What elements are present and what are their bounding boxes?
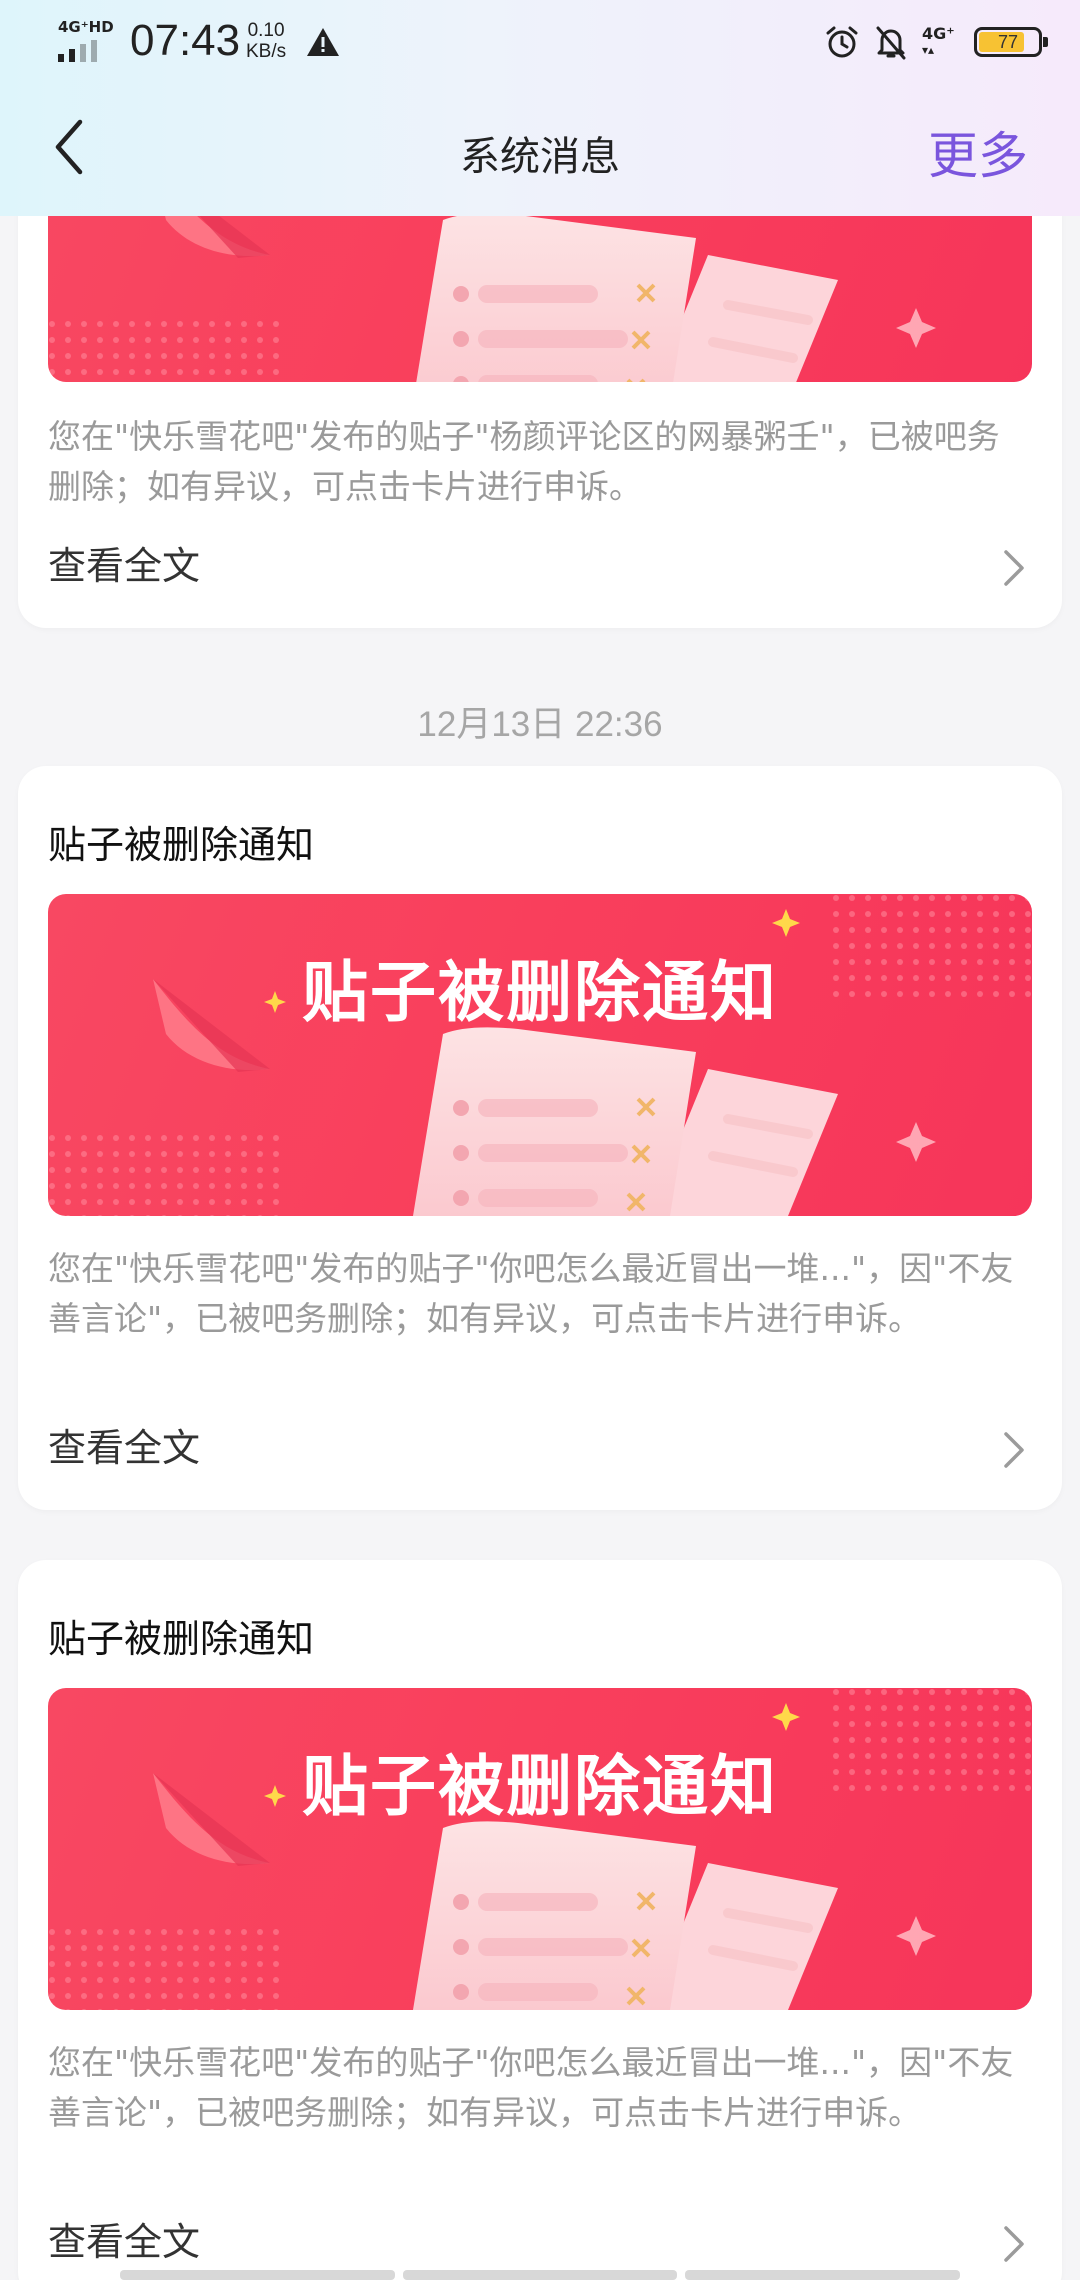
alarm-icon [826, 26, 858, 58]
notice-banner: 贴子被删除通知 [48, 1688, 1032, 2010]
read-more-label: 查看全文 [48, 544, 201, 588]
chevron-right-icon [1004, 550, 1024, 586]
speed-value: 0.10 [247, 20, 285, 41]
battery-level: 77 [997, 31, 1019, 52]
network-speed: 0.10 KB/s [246, 20, 286, 62]
cellular-signal-icon: 4G⁺HD [58, 18, 118, 62]
speed-unit: KB/s [246, 41, 287, 62]
network-type-label: 4G⁺HD [58, 18, 114, 36]
read-more-label: 查看全文 [48, 1426, 201, 1470]
read-more-row[interactable]: 查看全文 [48, 1418, 1032, 1478]
gesture-bar [120, 2270, 961, 2280]
notice-banner: 贴子被删除通知 [48, 894, 1032, 1216]
banner-heading: 贴子被删除通知 [302, 1748, 778, 1825]
chevron-right-icon [1004, 2226, 1024, 2262]
clock: 07:43 [130, 16, 241, 65]
read-more-row[interactable]: 查看全文 [48, 2212, 1032, 2272]
message-list: 您在"快乐雪花吧"发布的贴子"杨颜评论区的网暴粥壬"，已被吧务删除；如有异议，可… [0, 0, 1080, 2280]
chevron-right-icon [1004, 1432, 1024, 1468]
message-timestamp: 12月13日 22:36 [417, 705, 663, 744]
message-description: 您在"快乐雪花吧"发布的贴子"你吧怎么最近冒出一堆..."，因"不友善言论"，已… [48, 2043, 1014, 2132]
message-title: 贴子被删除通知 [48, 1617, 315, 1661]
mobile-data-icon: 4G⁺ ▾▴ [922, 24, 955, 58]
page-title: 系统消息 [460, 134, 620, 180]
more-button[interactable]: 更多 [928, 116, 1028, 188]
battery-icon: 77 [974, 27, 1048, 57]
message-description: 您在"快乐雪花吧"发布的贴子"杨颜评论区的网暴粥壬"，已被吧务删除；如有异议，可… [48, 417, 1000, 506]
warning-icon [307, 28, 339, 56]
message-description: 您在"快乐雪花吧"发布的贴子"你吧怎么最近冒出一堆..."，因"不友善言论"，已… [48, 1249, 1014, 1338]
read-more-label: 查看全文 [48, 2220, 201, 2264]
status-icons: 4G⁺ ▾▴ 77 [824, 20, 1048, 64]
app-header: 4G⁺HD 07:43 0.10 KB/s 4G⁺ ▾▴ 77 系统消息 更多 [0, 0, 1080, 216]
banner-heading: 贴子被删除通知 [302, 954, 778, 1031]
mobile-data-label: 4G⁺ [922, 24, 955, 43]
message-title: 贴子被删除通知 [48, 823, 315, 867]
status-bar: 4G⁺HD 07:43 0.10 KB/s 4G⁺ ▾▴ 77 [0, 0, 1080, 90]
navigation-bar: 系统消息 更多 [0, 90, 1080, 216]
message-card[interactable]: 贴子被删除通知 贴子被删除通知 您在"快乐雪花吧"发布的贴子"你吧怎么最近冒出一… [18, 1560, 1062, 2280]
message-card[interactable]: 贴子被删除通知 贴子被删除通知 您在"快乐雪花吧"发布的贴子"你吧怎么最近冒出一… [18, 766, 1062, 1510]
read-more-row[interactable]: 查看全文 [48, 536, 1032, 596]
mute-bell-icon [876, 26, 906, 60]
